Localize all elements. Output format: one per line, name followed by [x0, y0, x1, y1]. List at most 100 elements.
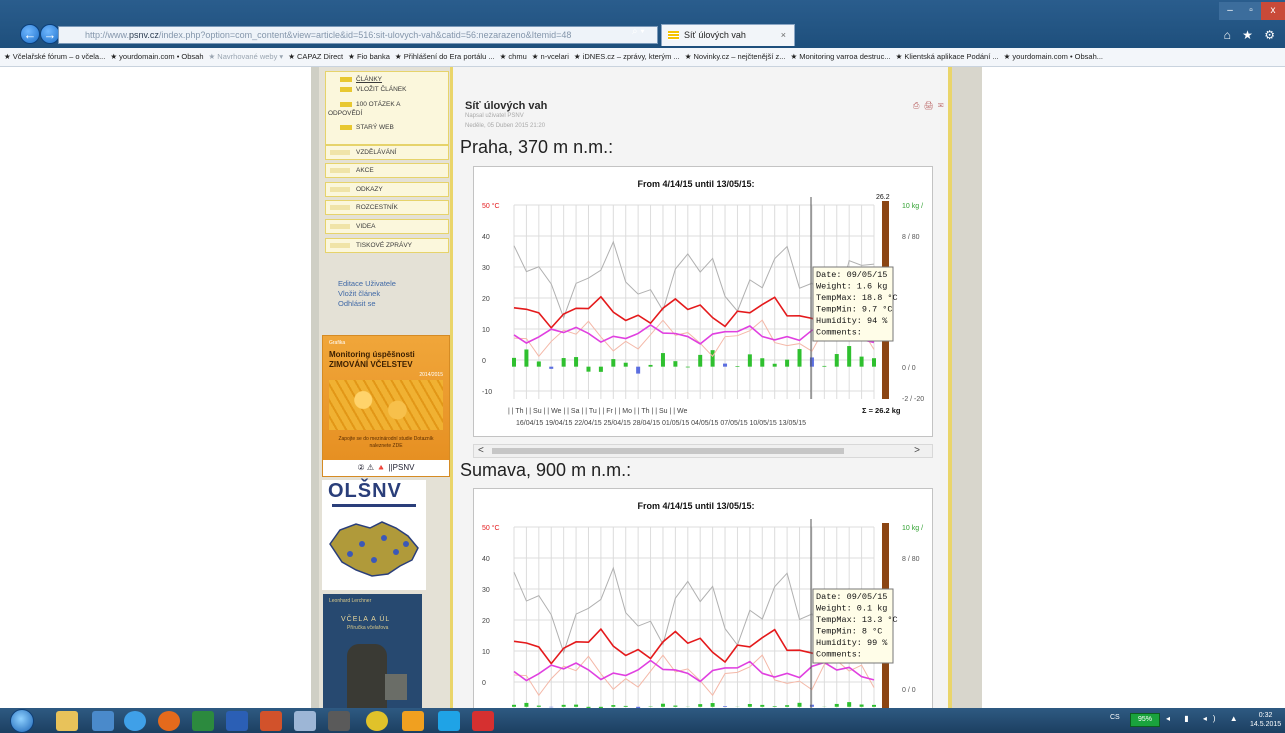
submenu-item-vlozit-clanek[interactable]: VLOŽIT ČLÁNEK — [340, 85, 406, 94]
tab-sit-ulovych-vah[interactable]: Síť úlových vah × — [661, 24, 795, 46]
weight-bar — [536, 361, 541, 367]
calendar-icon[interactable] — [328, 711, 350, 731]
bookmark-item[interactable]: ★ CAPAZ Direct — [288, 52, 343, 61]
address-bar[interactable]: http://www.psnv.cz/index.php?option=com_… — [58, 26, 658, 44]
media-icon[interactable] — [92, 711, 114, 731]
link-odhlasit-se[interactable]: Odhlásit se — [338, 299, 376, 308]
bookmark-item[interactable]: ★ iDNES.cz – zprávy, kterým ... — [574, 52, 680, 61]
tray-icons[interactable]: ◂ ▮ ◂) ▲ — [1166, 714, 1244, 723]
bookmark-item[interactable]: ★ Přihlášení do Era portálu ... — [395, 52, 495, 61]
link-vlozit-clanek[interactable]: Vložit článek — [338, 289, 380, 298]
close-button[interactable]: x — [1261, 2, 1285, 20]
bookmark-item[interactable]: ★ Klientská aplikace Podání ... — [896, 52, 999, 61]
excel-icon[interactable] — [192, 711, 214, 731]
chrome-icon[interactable] — [366, 711, 388, 731]
weight-bar — [673, 705, 678, 707]
address-host: psnv.cz — [129, 30, 159, 40]
weight-bar — [524, 349, 529, 367]
date-labels: 16/04/15 19/04/15 22/04/15 25/04/15 28/0… — [516, 420, 806, 427]
weight-bar — [623, 705, 628, 707]
notes-icon[interactable] — [294, 711, 316, 731]
min-temp-line — [513, 659, 875, 683]
powerpoint-icon[interactable] — [260, 711, 282, 731]
back-button[interactable]: ← — [20, 24, 40, 44]
scroll-left-icon[interactable]: < — [478, 445, 484, 457]
right-tick-label: -2 / -20 — [902, 396, 924, 403]
weight-bar — [586, 366, 591, 372]
olsnv-underline — [332, 504, 416, 507]
explorer-icon[interactable] — [56, 711, 78, 731]
tab-close-icon[interactable]: × — [781, 25, 786, 45]
scroll-right-icon[interactable]: > — [914, 445, 920, 457]
weight-bar — [660, 353, 665, 367]
menu-item-akce[interactable]: AKCE — [325, 163, 449, 178]
minimize-button[interactable]: – — [1219, 2, 1241, 20]
weight-bar — [785, 359, 790, 367]
files-icon[interactable] — [402, 711, 424, 731]
weight-bar — [698, 704, 703, 707]
weight-bar — [797, 349, 802, 367]
app-red-icon[interactable] — [472, 711, 494, 731]
right-tick-label: 0 / 0 — [902, 365, 916, 372]
menu-item-vzdelavani[interactable]: VZDĚLÁVÁNÍ — [325, 145, 449, 160]
bookmark-item[interactable]: ★ yourdomain.com • Obsah... — [1004, 52, 1103, 61]
submenu-item-clanky[interactable]: ČLÁNKY — [340, 75, 382, 84]
book-title: VČELA A ÚL — [341, 616, 391, 623]
submenu-item-odpovedi[interactable]: ODPOVĚDÍ — [328, 110, 362, 117]
clock[interactable]: 0:32 14.5.2015 — [1250, 711, 1281, 729]
weight-bar — [760, 358, 765, 367]
scroll-thumb[interactable] — [492, 448, 844, 454]
bookmark-item[interactable]: ★ Fio banka — [348, 52, 390, 61]
link-editace-uzivatele[interactable]: Editace Uživatele — [338, 279, 396, 288]
submenu-item-100-otazek[interactable]: 100 OTÁZEK A — [340, 100, 400, 109]
taskbar: CS 95% ◂ ▮ ◂) ▲ 0:32 14.5.2015 — [0, 708, 1285, 733]
tooltip-line: Humidity: 99 % — [816, 638, 888, 648]
search-icon[interactable]: ⌕ ▾ — [632, 26, 645, 37]
window-controls: – ▫ x — [1219, 0, 1285, 20]
bookmark-item[interactable]: ★ Včelařské fórum – o včela... — [4, 52, 105, 61]
y-tick-label: -10 — [482, 389, 492, 396]
word-icon[interactable] — [226, 711, 248, 731]
weight-bar — [648, 364, 653, 367]
chart-praha-svg: From 4/14/15 until 13/05/15: 50 °C 40 30 20 1… — [482, 179, 924, 427]
menu-item-rozcestnik[interactable]: ROZCESTNÍK — [325, 200, 449, 215]
menu-item-tiskove-zpravy[interactable]: TISKOVÉ ZPRÁVY — [325, 238, 449, 253]
bookmark-item[interactable]: ★ chmu — [500, 52, 527, 61]
beekeeper-figure — [347, 644, 387, 708]
weight-bar — [872, 704, 876, 707]
bookmark-item[interactable]: ★ Novinky.cz – nejčtenější z... — [685, 52, 786, 61]
skype-icon[interactable] — [438, 711, 460, 731]
weight-sum-label: Σ = 26.2 kg — [862, 406, 901, 415]
ie-icon[interactable] — [124, 711, 146, 731]
menu-item-videa[interactable]: VIDEA — [325, 219, 449, 234]
menu-item-odkazy[interactable]: ODKAZY — [325, 182, 449, 197]
pdf-print-email-icons[interactable]: ⎙ 🖨 ✉ — [913, 101, 945, 111]
promo-olsnv-banner[interactable]: OLŠNV — [322, 480, 426, 590]
promo-zimovani-top: Grafika — [329, 340, 346, 346]
home-star-gear-icons[interactable]: ⌂ ★ ⚙ — [1224, 28, 1279, 42]
forward-button[interactable]: → — [40, 24, 60, 44]
y-tick-label: 30 — [482, 587, 490, 594]
bookmark-item[interactable]: ★ n-vcelari — [532, 52, 569, 61]
start-button[interactable] — [10, 709, 34, 733]
promo-zimovani-cta: Zapojte se do mezinárodní studie Dotazní… — [338, 436, 434, 449]
promo-zimovani-banner[interactable]: Grafika Monitoring úspěšnosti ZIMOVÁNÍ V… — [322, 335, 450, 477]
bookmark-item[interactable]: ★ Monitoring varroa destruc... — [790, 52, 890, 61]
maximize-button[interactable]: ▫ — [1241, 2, 1261, 20]
weight-bar — [536, 705, 541, 707]
firefox-icon[interactable] — [158, 711, 180, 731]
chart-title: From 4/14/15 until 13/05/15: — [637, 179, 754, 189]
y-tick-label: 20 — [482, 296, 490, 303]
language-indicator[interactable]: CS — [1110, 714, 1120, 721]
promo-book-banner[interactable]: Leonhard Lerchner VČELA A ÚL Příručka vč… — [323, 594, 422, 708]
horizontal-scrollbar[interactable]: < > — [473, 444, 933, 458]
weight-bar — [847, 346, 852, 367]
address-path: /index.php?option=com_content&view=artic… — [158, 30, 572, 40]
book-subtitle: Příručka včelařova — [347, 625, 389, 631]
battery-icon[interactable]: 95% — [1130, 713, 1160, 727]
tooltip-line: Date: 09/05/15 — [816, 270, 887, 280]
bookmark-item[interactable]: ★ yourdomain.com • Obsah — [110, 52, 203, 61]
submenu-item-stary-web[interactable]: STARÝ WEB — [340, 123, 394, 132]
browser-titlebar: ← → http://www.psnv.cz/index.php?option=… — [0, 0, 1285, 48]
bookmark-item[interactable]: ★ Navrhované weby ▾ — [209, 52, 284, 61]
